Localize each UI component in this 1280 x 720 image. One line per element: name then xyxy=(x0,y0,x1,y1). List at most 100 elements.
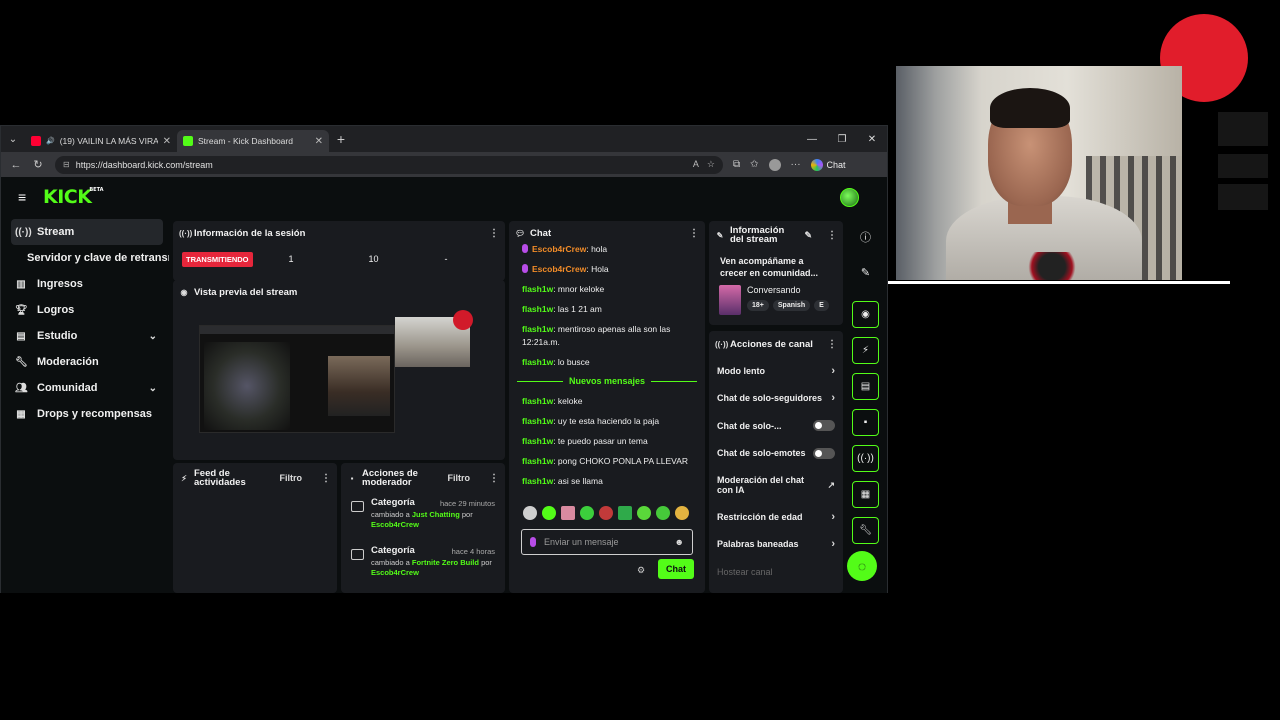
user-avatar[interactable] xyxy=(840,188,859,207)
copilot-button[interactable]: Chat xyxy=(810,158,846,171)
chat-username[interactable]: Escob4rCrew xyxy=(532,244,586,254)
subscribers-only-row: Chat de solo-... xyxy=(709,412,843,440)
entry-game-link[interactable]: Fortnite Zero Build xyxy=(412,558,479,567)
subscribers-only-toggle[interactable] xyxy=(813,420,835,432)
url-input[interactable]: ⊟ https://dashboard.kick.com/stream A ☆ xyxy=(55,155,723,174)
emote-icon[interactable] xyxy=(561,506,575,520)
chat-username[interactable]: flash1w xyxy=(522,324,553,334)
sidebar-item-moderacion[interactable]: 🔧︎ Moderación xyxy=(1,349,169,375)
sidebar-item-estudio[interactable]: ▤ Estudio ⌄ xyxy=(1,323,169,349)
entry-game-link[interactable]: Just Chatting xyxy=(412,510,460,519)
hamburger-menu-icon[interactable]: ≡ xyxy=(18,189,32,205)
edit-icon[interactable]: ✎ xyxy=(804,230,812,241)
chat-username[interactable]: Escob4rCrew xyxy=(532,264,586,274)
more-options-icon[interactable]: ⋮ xyxy=(489,228,499,239)
chat-text: te puedo pasar un tema xyxy=(557,436,648,446)
entry-user-link[interactable]: Escob4rCrew xyxy=(371,520,419,529)
record-icon[interactable]: ◉ xyxy=(852,301,879,328)
more-options-icon[interactable]: ⋮ xyxy=(689,228,699,239)
emote-icon[interactable] xyxy=(523,506,537,520)
chat-send-button[interactable]: Chat xyxy=(658,559,694,579)
notes-icon[interactable]: ▤ xyxy=(852,373,879,400)
support-fab-icon[interactable]: ◌ xyxy=(847,551,877,581)
info-icon[interactable]: ⓘ xyxy=(852,223,879,250)
emotes-only-toggle[interactable] xyxy=(813,447,835,459)
new-tab-button[interactable]: + xyxy=(329,131,353,147)
more-options-icon[interactable]: ⋮ xyxy=(827,339,837,350)
sidebar-item-stream[interactable]: ((·)) Stream xyxy=(11,219,163,245)
slow-mode-row[interactable]: Modo lento › xyxy=(709,357,843,385)
emote-icon[interactable] xyxy=(542,506,556,520)
sidebar-item-server-key[interactable]: Servidor y clave de retransmisión xyxy=(1,245,169,271)
close-window-icon[interactable]: ✕ xyxy=(857,134,887,145)
reload-icon[interactable]: ↻ xyxy=(27,158,49,171)
kick-logo[interactable]: KICK BETA xyxy=(43,186,103,208)
age-restriction-row[interactable]: Restricción de edad › xyxy=(709,503,843,531)
chat-username[interactable]: flash1w xyxy=(522,476,553,486)
row-label: Moderación del chat con IA xyxy=(717,475,805,495)
row-label: Chat de solo-emotes xyxy=(717,448,806,459)
favorites-icon[interactable]: ✩ xyxy=(750,159,758,170)
stream-preview-video[interactable] xyxy=(199,325,395,433)
more-menu-icon[interactable]: ··· xyxy=(791,159,801,170)
chat-message-input[interactable]: Enviar un mensaje ☻ xyxy=(521,529,693,555)
sidebar-item-logros[interactable]: 🏆︎ Logros xyxy=(1,297,169,323)
chat-bubble-icon[interactable]: ▪ xyxy=(852,409,879,436)
kick-dashboard: ≡ KICK BETA ((·)) Stream Servidor y clave… xyxy=(1,177,887,593)
emote-icon[interactable] xyxy=(618,506,632,520)
panel-title: Información de la sesión xyxy=(194,227,306,239)
panel-title: Información del stream xyxy=(729,225,785,245)
more-options-icon[interactable]: ⋮ xyxy=(489,473,499,484)
banned-words-row[interactable]: Palabras baneadas › xyxy=(709,531,843,559)
host-channel-row[interactable]: Hostear canal xyxy=(709,558,843,586)
restore-icon[interactable]: ❐ xyxy=(827,134,857,145)
chat-username[interactable]: flash1w xyxy=(522,456,553,466)
profile-icon[interactable] xyxy=(768,158,781,171)
extensions-icon[interactable]: ⧉ xyxy=(733,159,740,170)
ai-moderation-row[interactable]: Moderación del chat con IA ↗ xyxy=(709,467,843,503)
layout-icon[interactable]: ▦ xyxy=(852,481,879,508)
more-options-icon[interactable]: ⋮ xyxy=(827,230,837,241)
chat-username[interactable]: flash1w xyxy=(522,436,553,446)
site-info-icon[interactable]: ⊟ xyxy=(63,160,70,169)
emoji-picker-icon[interactable]: ☻ xyxy=(675,537,684,547)
minimize-icon[interactable]: — xyxy=(797,134,827,145)
tab-menu-chevron-icon[interactable]: ⌄ xyxy=(1,126,25,152)
emote-icon[interactable] xyxy=(656,506,670,520)
wrench-icon[interactable]: 🔧︎ xyxy=(852,517,879,544)
emote-icon[interactable] xyxy=(675,506,689,520)
back-icon[interactable]: ← xyxy=(5,159,27,171)
chat-username[interactable]: flash1w xyxy=(522,396,553,406)
chevron-right-icon: › xyxy=(831,364,835,377)
read-aloud-icon[interactable]: A xyxy=(693,159,699,170)
sidebar-item-label: Moderación xyxy=(37,356,99,368)
broadcast-icon[interactable]: ((·)) xyxy=(852,445,879,472)
emote-icon[interactable] xyxy=(580,506,594,520)
url-text: https://dashboard.kick.com/stream xyxy=(75,159,213,170)
close-tab-icon[interactable]: ✕ xyxy=(315,136,323,147)
emote-icon[interactable] xyxy=(599,506,613,520)
tab-youtube[interactable]: 🔊 (19) VAILIN LA MÁS VIRAL, LL ✕ xyxy=(25,130,177,152)
sidebar-item-ingresos[interactable]: ▥ Ingresos xyxy=(1,271,169,297)
favorite-star-icon[interactable]: ☆ xyxy=(707,159,715,170)
emote-icon[interactable] xyxy=(637,506,651,520)
chat-username[interactable]: flash1w xyxy=(522,357,553,367)
close-tab-icon[interactable]: ✕ xyxy=(163,136,171,147)
filter-button[interactable]: Filtro xyxy=(448,473,471,483)
category-thumbnail xyxy=(719,285,741,315)
chat-username[interactable]: flash1w xyxy=(522,284,553,294)
edit-pencil-icon[interactable]: ✎ xyxy=(852,259,879,286)
chat-settings-gear-icon[interactable]: ⚙ xyxy=(637,565,645,576)
chat-input-placeholder: Enviar un mensaje xyxy=(544,537,619,547)
chat-username[interactable]: flash1w xyxy=(522,304,553,314)
followers-only-row[interactable]: Chat de solo-seguidores › xyxy=(709,385,843,413)
tab-kick-dashboard[interactable]: Stream - Kick Dashboard ✕ xyxy=(177,130,329,152)
chat-text: Hola xyxy=(591,264,609,274)
sidebar-item-comunidad[interactable]: 👥︎ Comunidad ⌄ xyxy=(1,375,169,401)
sidebar-item-drops[interactable]: ▦ Drops y recompensas xyxy=(1,401,169,427)
entry-user-link[interactable]: Escob4rCrew xyxy=(371,568,419,577)
more-options-icon[interactable]: ⋮ xyxy=(321,473,331,484)
chat-username[interactable]: flash1w xyxy=(522,416,553,426)
filter-button[interactable]: Filtro xyxy=(280,473,303,483)
lightning-icon[interactable]: ⚡︎ xyxy=(852,337,879,364)
